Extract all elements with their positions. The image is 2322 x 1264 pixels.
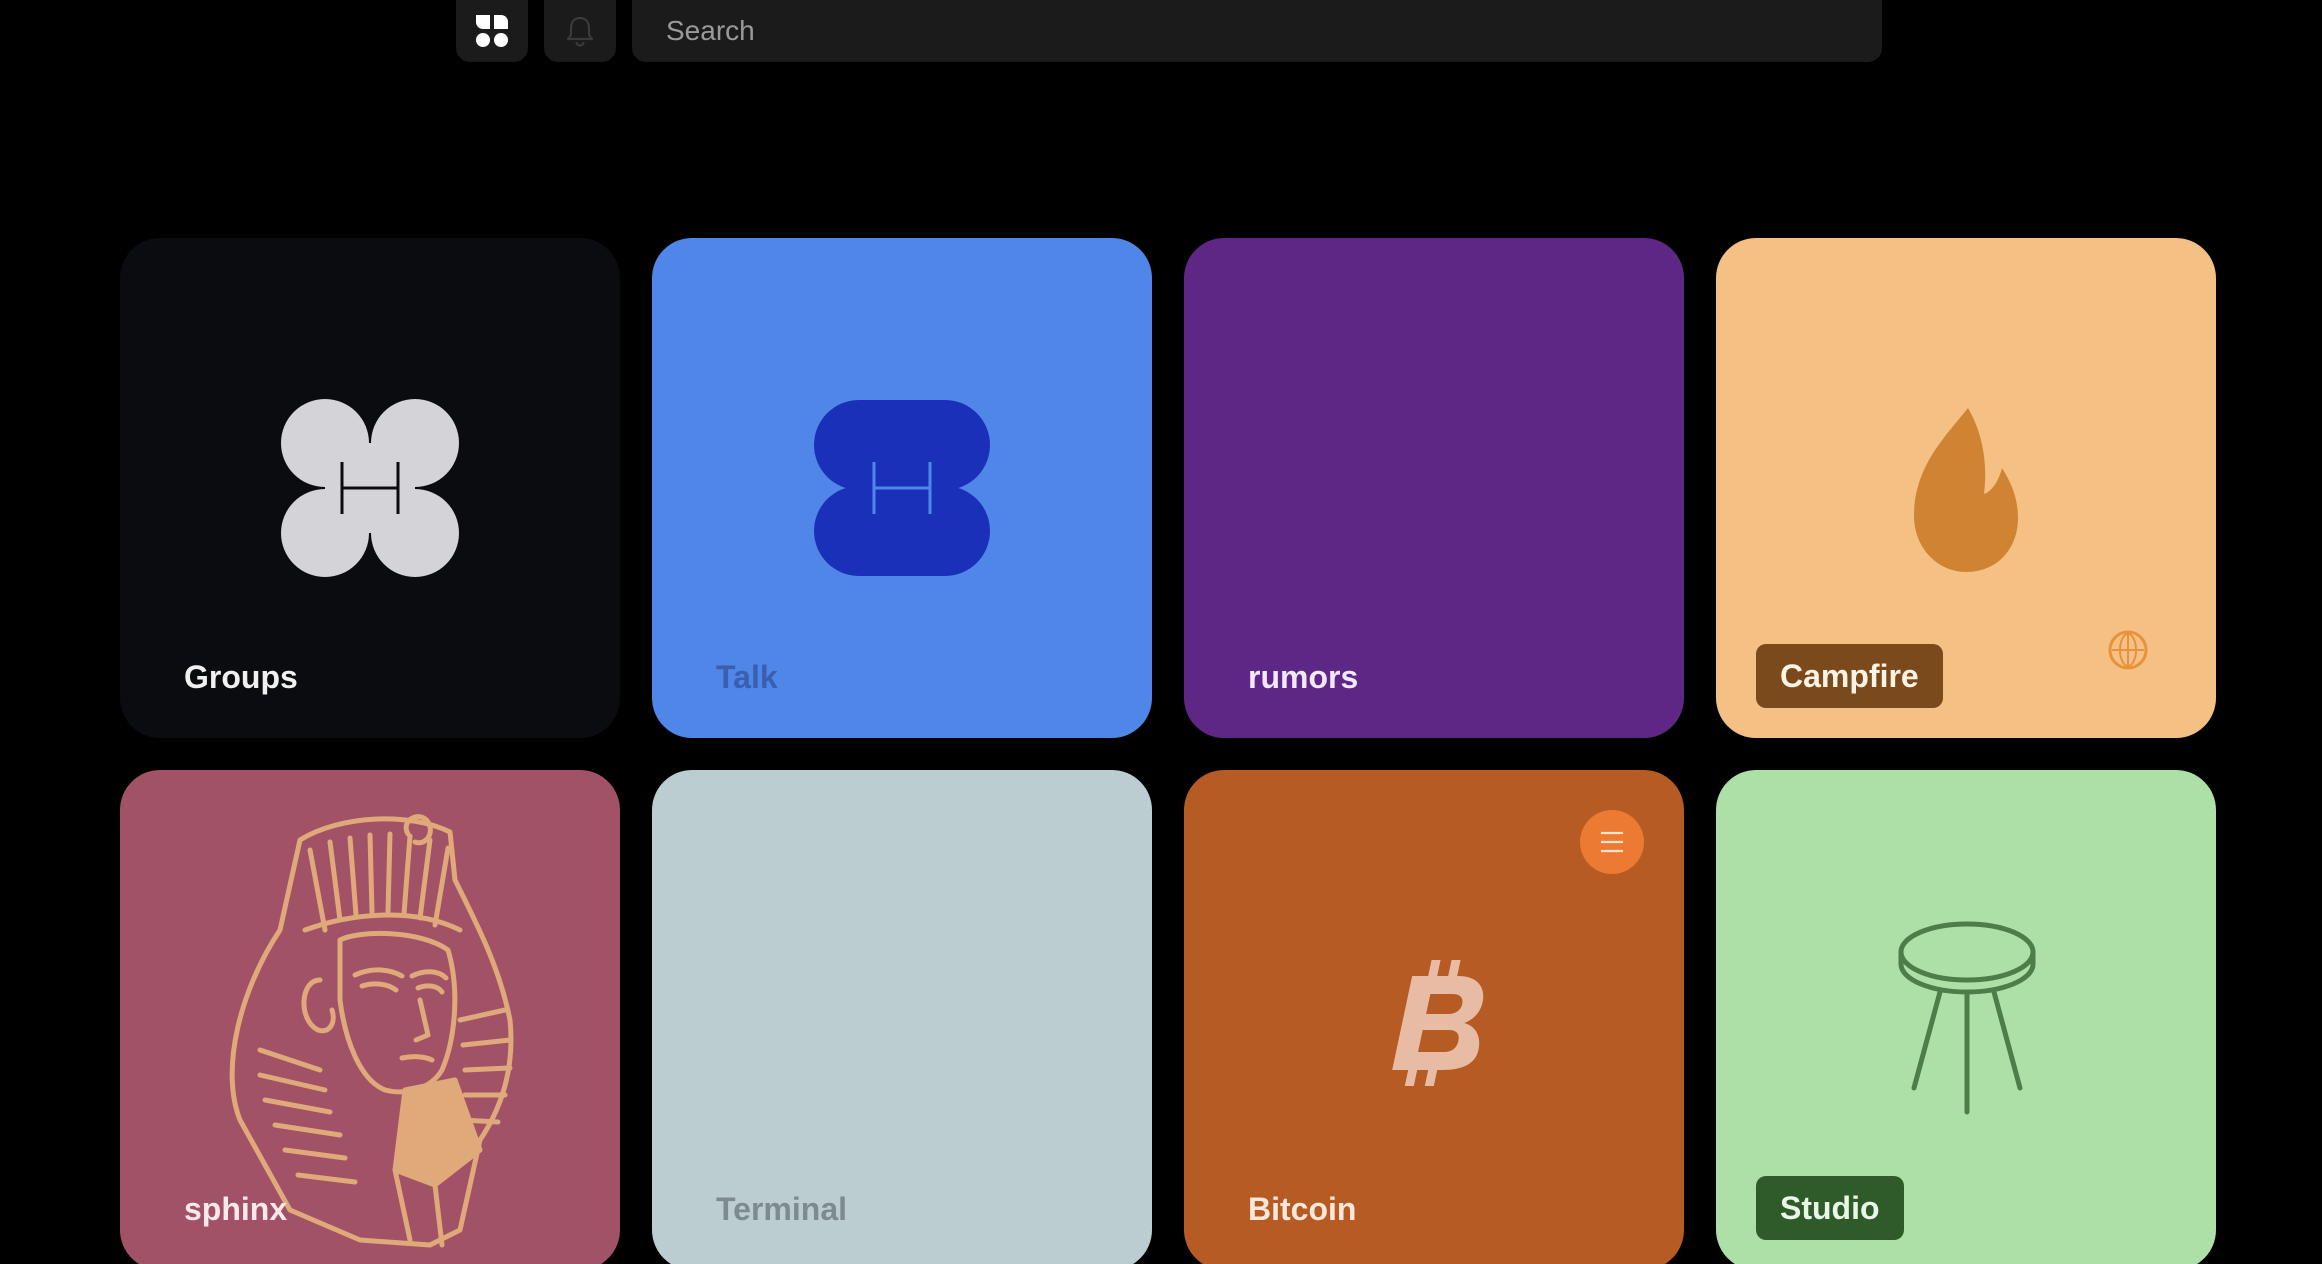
tile-label-rumors: rumors — [1248, 659, 1359, 695]
app-root: Groups Talk rumors Campfire — [0, 0, 2322, 1264]
tile-label-groups: Groups — [184, 659, 298, 695]
top-bar — [456, 0, 1882, 62]
tile-terminal[interactable]: Terminal — [652, 770, 1152, 1264]
apps-grid-icon — [476, 15, 508, 47]
globe-badge-icon[interactable] — [2106, 628, 2150, 672]
tile-talk[interactable]: Talk — [652, 238, 1152, 738]
menu-badge-button[interactable] — [1580, 810, 1644, 874]
stool-icon — [1898, 921, 2036, 1115]
tile-label-bitcoin: Bitcoin — [1248, 1191, 1357, 1227]
flame-icon — [1914, 408, 2018, 572]
tile-label-talk: Talk — [716, 659, 778, 695]
tile-bitcoin[interactable]: Bitcoin — [1184, 770, 1684, 1264]
bitcoin-icon — [1392, 960, 1484, 1086]
tile-groups[interactable]: Groups — [120, 238, 620, 738]
tile-label-terminal: Terminal — [716, 1191, 847, 1227]
search-bar[interactable] — [632, 0, 1882, 62]
search-input[interactable] — [664, 14, 1850, 48]
talk-logo-icon — [814, 400, 990, 576]
tile-label-sphinx: sphinx — [184, 1191, 288, 1227]
notifications-button[interactable] — [544, 0, 616, 62]
tile-label-studio: Studio — [1756, 1176, 1904, 1240]
tile-sphinx[interactable]: sphinx — [120, 770, 620, 1264]
bell-icon — [566, 16, 594, 47]
tile-studio[interactable]: Studio — [1716, 770, 2216, 1264]
clover-logo-icon — [281, 399, 459, 577]
tile-campfire[interactable]: Campfire — [1716, 238, 2216, 738]
apps-button[interactable] — [456, 0, 528, 62]
menu-badge-icon — [1601, 831, 1623, 853]
tile-label-campfire: Campfire — [1756, 644, 1943, 708]
tile-rumors[interactable]: rumors — [1184, 238, 1684, 738]
